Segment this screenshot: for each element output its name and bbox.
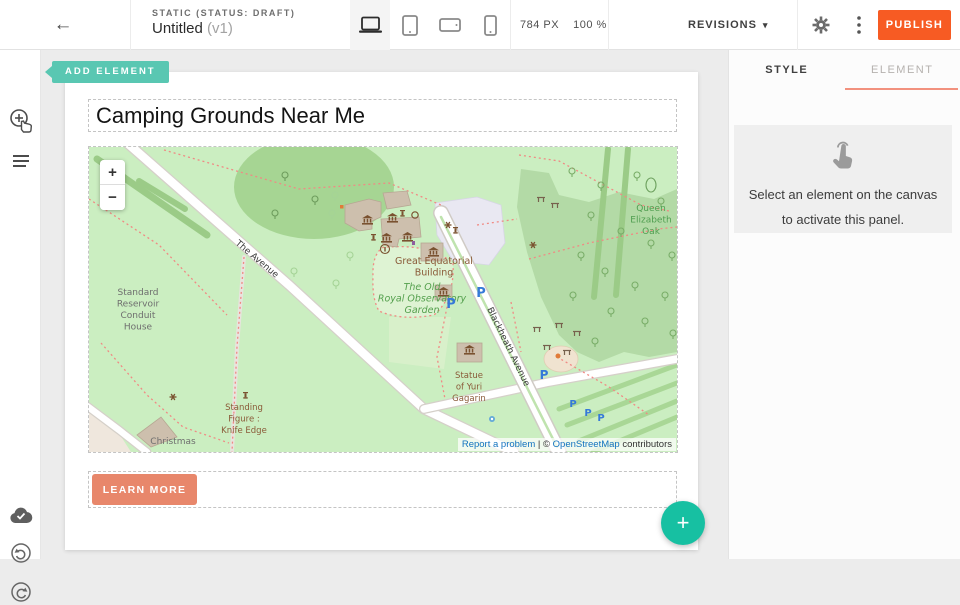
device-desktop-button[interactable] <box>350 0 390 50</box>
map-canvas[interactable]: The AvenueBlackheath AvenueStandardReser… <box>89 147 677 452</box>
document-title-block: STATIC (STATUS: DRAFT) Untitled (v1) <box>152 8 295 37</box>
parking-icon: P <box>446 297 456 312</box>
divider <box>510 0 511 50</box>
device-phone-button[interactable] <box>470 0 510 50</box>
tap-hand-icon <box>828 140 858 172</box>
parking-icon: P <box>569 399 576 410</box>
button-element[interactable]: LEARN MORE <box>88 471 677 508</box>
map-zoom-in-button[interactable]: + <box>100 160 125 185</box>
openstreetmap-map: The AvenueBlackheath AvenueStandardReser… <box>89 147 677 452</box>
document-title: Untitled (v1) <box>152 20 295 37</box>
more-options-button[interactable] <box>846 13 872 37</box>
tab-element[interactable]: ELEMENT <box>845 50 960 90</box>
chevron-down-icon: ▾ <box>763 20 769 31</box>
add-element-icon <box>8 108 34 136</box>
divider <box>797 0 798 50</box>
kebab-menu-icon <box>857 16 861 34</box>
viewport-zoom: 100 % <box>573 19 607 31</box>
map-zoom-control: + − <box>100 160 125 210</box>
outline-icon <box>12 154 30 168</box>
add-section-fab[interactable]: + <box>661 501 705 545</box>
document-status: STATIC (STATUS: DRAFT) <box>152 8 295 18</box>
device-tablet-landscape-button[interactable] <box>430 0 470 50</box>
undo-button[interactable] <box>8 540 34 566</box>
redo-button[interactable] <box>8 579 34 605</box>
page-title: Camping Grounds Near Me <box>89 100 676 132</box>
document-version: (v1) <box>207 20 233 37</box>
viewport-dimensions: 784 PX 100 % <box>520 0 607 50</box>
parking-icon: P <box>584 408 591 419</box>
map-element[interactable]: The AvenueBlackheath AvenueStandardReser… <box>88 146 678 453</box>
report-problem-link[interactable]: Report a problem <box>462 439 535 450</box>
empty-state-message: Select an element on the canvas to activ… <box>743 182 943 232</box>
undo-icon <box>10 542 32 564</box>
tab-style[interactable]: STYLE <box>729 50 845 90</box>
empty-state-card: Select an element on the canvas to activ… <box>734 125 952 233</box>
map-zoom-out-button[interactable]: − <box>100 185 125 210</box>
divider <box>608 0 609 50</box>
device-switcher <box>350 0 510 50</box>
viewport-width: 784 PX <box>520 19 559 31</box>
page-outline-button[interactable] <box>8 148 34 174</box>
add-element-button[interactable] <box>8 109 34 135</box>
map-label: Statueof YuriGagarin <box>452 371 486 404</box>
cloud-saved-icon <box>9 507 33 524</box>
gear-icon <box>811 15 831 35</box>
map-attribution: Report a problem | © OpenStreetMap contr… <box>458 438 676 451</box>
back-button[interactable]: ← <box>48 13 78 37</box>
learn-more-button[interactable]: LEARN MORE <box>92 474 197 505</box>
parking-icon: P <box>476 286 486 301</box>
desktop-icon <box>358 16 383 34</box>
save-status <box>8 502 34 528</box>
canvas-page: Camping Grounds Near Me <box>65 72 698 550</box>
parking-icon: P <box>597 413 604 424</box>
left-toolbar <box>0 50 41 559</box>
map-label: Christmas <box>150 437 196 447</box>
top-toolbar: ← STATIC (STATUS: DRAFT) Untitled (v1) <box>0 0 960 50</box>
device-tablet-button[interactable] <box>390 0 430 50</box>
revisions-dropdown[interactable]: REVISIONS ▾ <box>688 0 768 50</box>
tablet-landscape-icon <box>439 18 461 32</box>
parking-icon: P <box>540 368 549 382</box>
redo-icon <box>10 581 32 603</box>
settings-button[interactable] <box>808 13 834 37</box>
phone-icon <box>484 15 497 36</box>
heading-element[interactable]: Camping Grounds Near Me <box>88 99 677 132</box>
inspector-tabs: STYLE ELEMENT <box>729 50 960 90</box>
openstreetmap-link[interactable]: OpenStreetMap <box>553 439 620 450</box>
divider <box>130 0 131 50</box>
tablet-portrait-icon <box>402 15 418 36</box>
publish-button[interactable]: PUBLISH <box>878 10 951 40</box>
add-element-tooltip: ADD ELEMENT <box>52 61 169 83</box>
inspector-panel: STYLE ELEMENT Select an element on the c… <box>728 50 960 559</box>
